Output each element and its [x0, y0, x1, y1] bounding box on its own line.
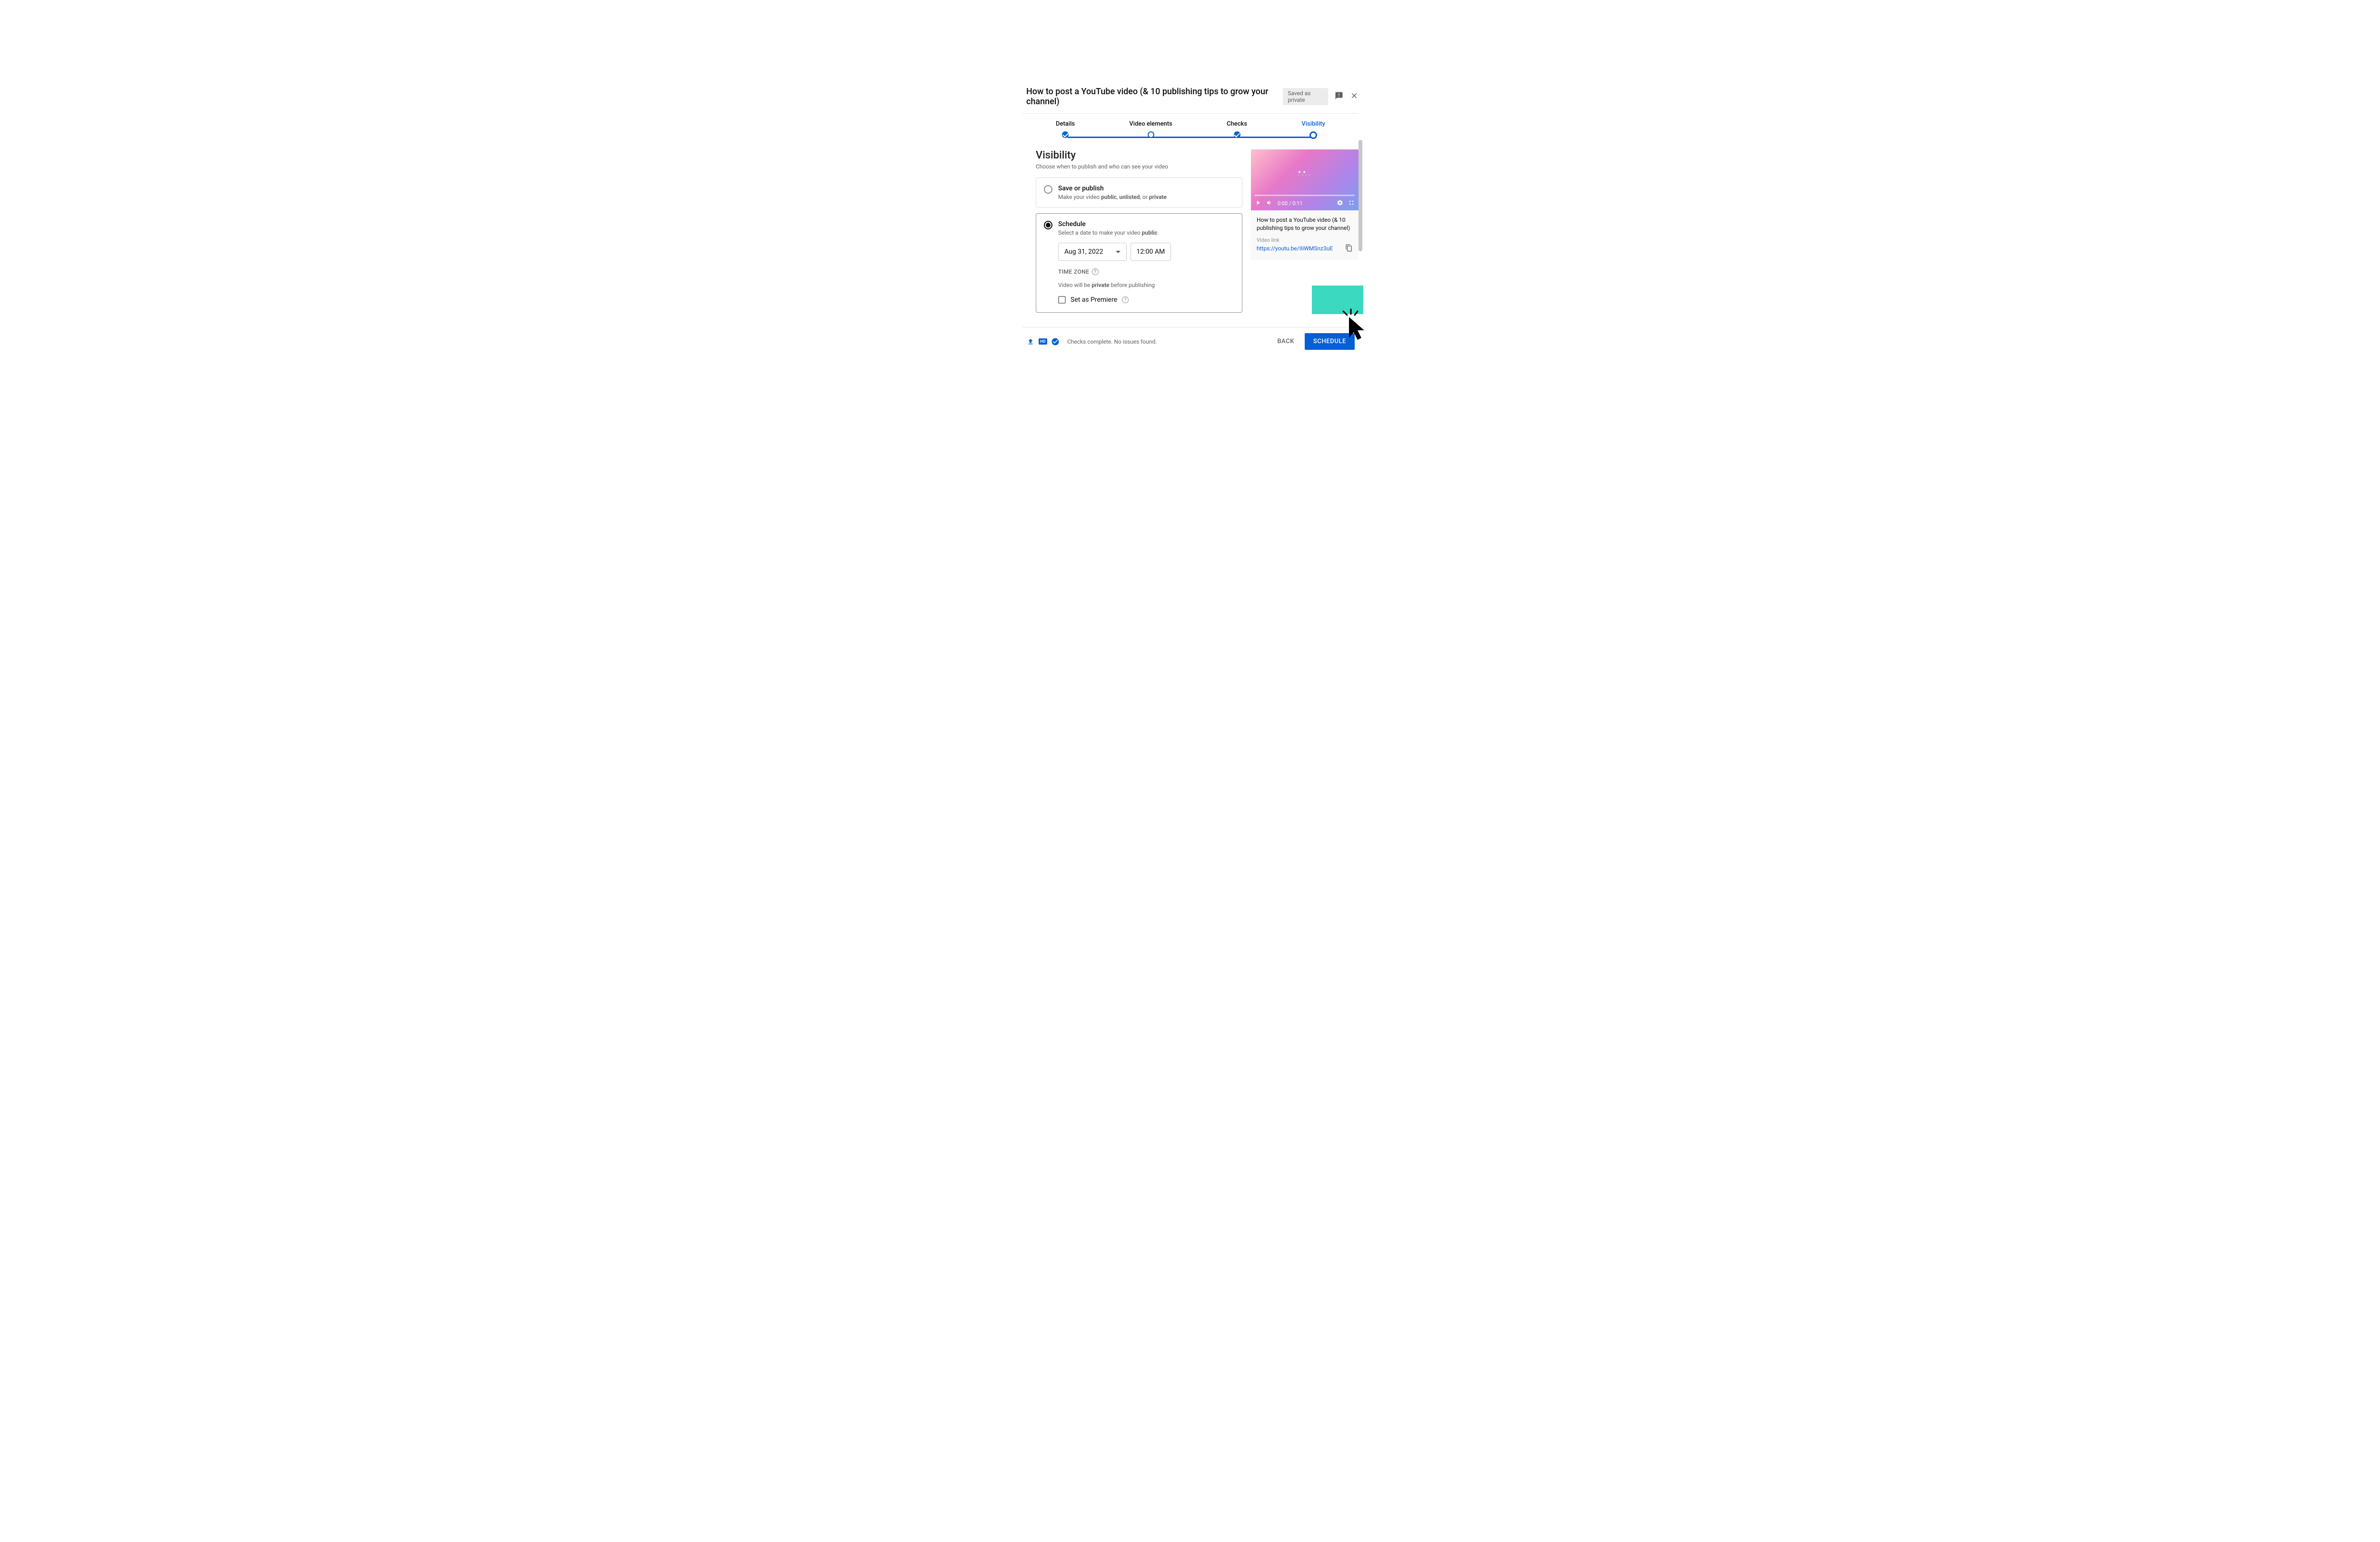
step-label: Details	[1056, 120, 1075, 128]
copy-icon[interactable]	[1345, 244, 1353, 253]
section-subtitle: Choose when to publish and who can see y…	[1036, 163, 1242, 170]
scrollbar[interactable]	[1359, 140, 1362, 251]
step-dot-open-icon	[1148, 131, 1154, 138]
annotation-cursor-icon	[1340, 308, 1369, 346]
step-dot-active-icon	[1309, 131, 1317, 139]
dialog-title: How to post a YouTube video (& 10 publis…	[1026, 87, 1283, 107]
step-checks[interactable]: Checks	[1227, 120, 1247, 138]
step-visibility[interactable]: Visibility	[1301, 120, 1325, 139]
section-title: Visibility	[1036, 149, 1242, 161]
step-details[interactable]: Details	[1056, 120, 1075, 138]
dialog-footer: HD Checks complete. No issues found. BAC…	[1022, 327, 1359, 356]
hd-icon: HD	[1039, 337, 1047, 346]
video-thumbnail[interactable]: ◆ ◆• • • • 0:00 / 0:11	[1251, 149, 1359, 210]
timezone-label[interactable]: TIME ZONE	[1058, 268, 1089, 275]
close-icon[interactable]	[1350, 91, 1359, 102]
date-picker[interactable]: Aug 31, 2022	[1058, 243, 1127, 261]
publish-note: Video will be private before publishing	[1058, 282, 1234, 288]
save-publish-title: Save or publish	[1058, 185, 1167, 192]
time-picker[interactable]: 12:00 AM	[1130, 243, 1171, 261]
help-icon[interactable]: ?	[1092, 268, 1099, 275]
schedule-title: Schedule	[1058, 220, 1158, 228]
step-dot-check-icon	[1062, 131, 1069, 138]
stepper: Details Video elements Checks Visibility	[1022, 114, 1359, 140]
schedule-desc: Select a date to make your video public	[1058, 229, 1158, 236]
dialog-header: How to post a YouTube video (& 10 publis…	[1022, 83, 1359, 114]
premiere-checkbox[interactable]	[1058, 296, 1066, 304]
video-preview-panel: ◆ ◆• • • • 0:00 / 0:11 How to post a You…	[1251, 149, 1359, 260]
player-controls: 0:00 / 0:11	[1251, 197, 1359, 210]
footer-status: Checks complete. No issues found.	[1067, 338, 1157, 345]
video-link[interactable]: https://youtu.be/IIiWMSnz3uE	[1257, 245, 1333, 252]
step-dot-check-icon	[1234, 131, 1240, 138]
help-icon[interactable]: ?	[1122, 297, 1129, 303]
step-label: Visibility	[1301, 120, 1325, 128]
video-link-label: Video link	[1257, 237, 1353, 243]
radio-unselected-icon[interactable]	[1044, 185, 1052, 194]
preview-title: How to post a YouTube video (& 10 publis…	[1257, 216, 1353, 232]
chevron-down-icon	[1116, 251, 1121, 253]
time-value: 12:00 AM	[1137, 248, 1165, 256]
step-label: Video elements	[1129, 120, 1172, 128]
volume-icon[interactable]	[1266, 199, 1273, 208]
save-publish-desc: Make your video public, unlisted, or pri…	[1058, 194, 1167, 200]
schedule-card: Schedule Select a date to make your vide…	[1036, 213, 1242, 313]
radio-selected-icon[interactable]	[1044, 221, 1052, 229]
check-circle-icon	[1051, 337, 1060, 346]
stepper-line	[1068, 137, 1313, 138]
fullscreen-icon[interactable]	[1348, 199, 1355, 208]
progress-bar[interactable]	[1255, 195, 1355, 196]
step-video-elements[interactable]: Video elements	[1129, 120, 1172, 138]
settings-icon[interactable]	[1337, 199, 1343, 208]
save-or-publish-card[interactable]: Save or publish Make your video public, …	[1036, 178, 1242, 208]
back-button[interactable]: BACK	[1271, 334, 1299, 349]
upload-icon[interactable]	[1026, 337, 1035, 346]
play-icon[interactable]	[1255, 199, 1261, 208]
date-value: Aug 31, 2022	[1064, 248, 1103, 256]
step-label: Checks	[1227, 120, 1247, 128]
saved-status-badge: Saved as private	[1283, 88, 1328, 105]
time-display: 0:00 / 0:11	[1278, 200, 1302, 207]
feedback-icon[interactable]	[1335, 91, 1343, 102]
upload-dialog: How to post a YouTube video (& 10 publis…	[1022, 83, 1359, 356]
premiere-label: Set as Premiere	[1071, 296, 1117, 304]
